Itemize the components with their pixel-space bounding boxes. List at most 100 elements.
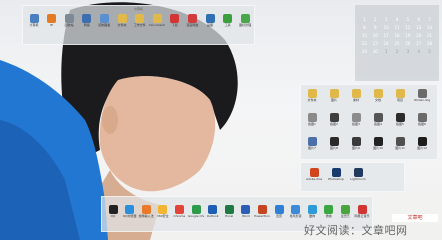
calendar-day[interactable]: 15 [359,33,370,39]
desktop-shortcut[interactable]: 暴风影音 [289,205,303,218]
desktop-shortcut[interactable]: Lightroom [350,168,366,181]
calendar-day[interactable]: 20 [413,33,424,39]
calendar-day[interactable]: 17 [381,33,392,39]
calendar-day[interactable]: 9 [370,25,381,31]
desktop-shortcut[interactable]: 控制面板 [97,14,111,27]
shortcut-label: Outlook [206,214,219,218]
music-icon [307,205,317,214]
desktop-shortcut[interactable]: 计算机 [27,14,41,27]
desktop-shortcut[interactable]: 工作文件 [133,14,147,27]
calendar-day[interactable]: 4 [413,49,424,55]
desktop-shortcut[interactable]: 画图 [203,14,217,27]
calendar-day[interactable]: 3 [402,49,413,55]
calendar-day[interactable]: 13 [413,25,424,31]
desktop-shortcut[interactable]: 搜狗输入法 [138,205,154,218]
calendar-day[interactable]: 10 [381,25,392,31]
desktop-shortcut[interactable]: 文件夹 [115,14,129,27]
desktop-shortcut[interactable]: 网络 [80,14,94,27]
desktop-shortcut[interactable]: QQ浏览器 [123,205,137,218]
desktop-shortcut[interactable]: 截图1 [305,113,319,126]
desktop-shortcut[interactable]: 回收站 [62,14,76,27]
calendar-day[interactable]: 24 [381,41,392,47]
desktop-shortcut[interactable]: 图片 [327,89,341,102]
desktop-shortcut[interactable]: 文档 [371,89,385,102]
calendar-day[interactable]: 7 [424,17,435,23]
desktop-shortcut[interactable]: 文件夹 [305,89,319,102]
desktop-shortcut[interactable]: 图片8 [327,137,341,150]
calendar-day[interactable]: 26 [402,41,413,47]
calendar-day[interactable]: 8 [359,25,370,31]
desktop-shortcut[interactable]: IE [45,14,59,27]
desktop-shortcut[interactable]: 项目 [393,89,407,102]
desktop-shortcut[interactable]: 截图6 [415,113,429,126]
desktop-shortcut[interactable]: Excel [222,205,236,218]
desktop-shortcut[interactable]: Word [239,205,253,218]
desktop-shortcut[interactable]: 网易云音乐 [354,205,370,218]
computer-icon [29,14,39,23]
calendar-day[interactable]: 21 [424,33,435,39]
desktop-shortcut[interactable]: 360安全 [156,205,170,218]
desktop-shortcut[interactable]: 截图2 [327,113,341,126]
calendar-day[interactable]: 25 [392,41,403,47]
outlook-icon [208,205,218,214]
folder-icon [307,89,317,98]
calendar-day[interactable]: 18 [392,33,403,39]
calendar-day[interactable]: 1 [359,17,370,23]
desktop-shortcut[interactable]: Photoshop [328,168,344,181]
calendar-day[interactable]: 19 [402,33,413,39]
desktop-shortcut[interactable]: 素材 [349,89,363,102]
calendar-day[interactable]: 3 [381,17,392,23]
network-icon [82,14,92,23]
desktop-shortcut[interactable]: 图片10 [371,137,385,150]
calendar-day[interactable]: 28 [424,41,435,47]
calendar-day[interactable]: 29 [359,49,370,55]
apps-desktop-fence: Adobe Illustrator Photoshop Lightroom [300,162,405,192]
desktop-shortcut[interactable]: 下载 [168,14,182,27]
calendar-day[interactable]: 5 [402,17,413,23]
calendar-day[interactable]: 16 [370,33,381,39]
desktop-shortcut[interactable]: 迅雷 [272,205,286,218]
desktop-shortcut[interactable]: 图片12 [415,137,429,150]
desktop-shortcut[interactable]: PowerPoint [254,205,270,218]
shortcut-label: 搜狗输入法 [138,214,154,218]
desktop-shortcut[interactable]: QQ [106,205,120,218]
calendar-day[interactable]: 22 [359,41,370,47]
recycle-bin-icon [64,14,74,23]
calendar-day[interactable]: 5 [424,49,435,55]
desktop-shortcut[interactable]: 图片7 [305,137,319,150]
desktop-shortcut[interactable]: 截图4 [371,113,385,126]
desktop-shortcut[interactable]: Adobe Illustrator [306,168,322,181]
download-icon [170,14,180,23]
calendar-day[interactable]: 30 [370,49,381,55]
desktop-shortcut[interactable]: 图标管理 [238,14,252,27]
calendar-day[interactable]: 2 [370,17,381,23]
calendar-day[interactable]: 2 [392,49,403,55]
calendar-day[interactable]: 4 [392,17,403,23]
calendar-day[interactable]: 14 [424,25,435,31]
desktop-shortcut[interactable]: Outlook [206,205,220,218]
desktop-shortcut[interactable]: 百度网盘 [185,14,199,27]
desktop-shortcut[interactable]: Documents [149,14,165,27]
calendar-header [359,8,435,14]
calendar-day[interactable]: 6 [413,17,424,23]
desktop-shortcut[interactable]: 图片11 [393,137,407,150]
desktop-shortcut[interactable]: 截图3 [349,113,363,126]
desktop-shortcut[interactable]: 酷狗 [305,205,319,218]
desktop-shortcut[interactable]: 工具 [221,14,235,27]
desktop-shortcut[interactable]: 爱奇艺 [338,205,352,218]
calendar-day[interactable]: 11 [392,25,403,31]
lightroom-icon [353,168,363,177]
shortcut-label: 控制面板 [98,23,111,27]
desktop-shortcut[interactable]: 微信 [322,205,336,218]
desktop-shortcut[interactable]: Google Chrome [188,205,204,218]
calendar-day[interactable]: 12 [402,25,413,31]
desktop-shortcut[interactable]: 图片9 [349,137,363,150]
desktop-shortcut[interactable]: 截图5 [393,113,407,126]
calendar-day[interactable]: 27 [413,41,424,47]
desktop-shortcut[interactable]: Winter-dog [414,89,430,102]
calendar-day[interactable]: 1 [381,49,392,55]
control-panel-icon [99,14,109,23]
calendar-day[interactable]: 23 [370,41,381,47]
shortcut-label: 截图1 [308,122,316,126]
desktop-shortcut[interactable]: Chrome [172,205,186,218]
